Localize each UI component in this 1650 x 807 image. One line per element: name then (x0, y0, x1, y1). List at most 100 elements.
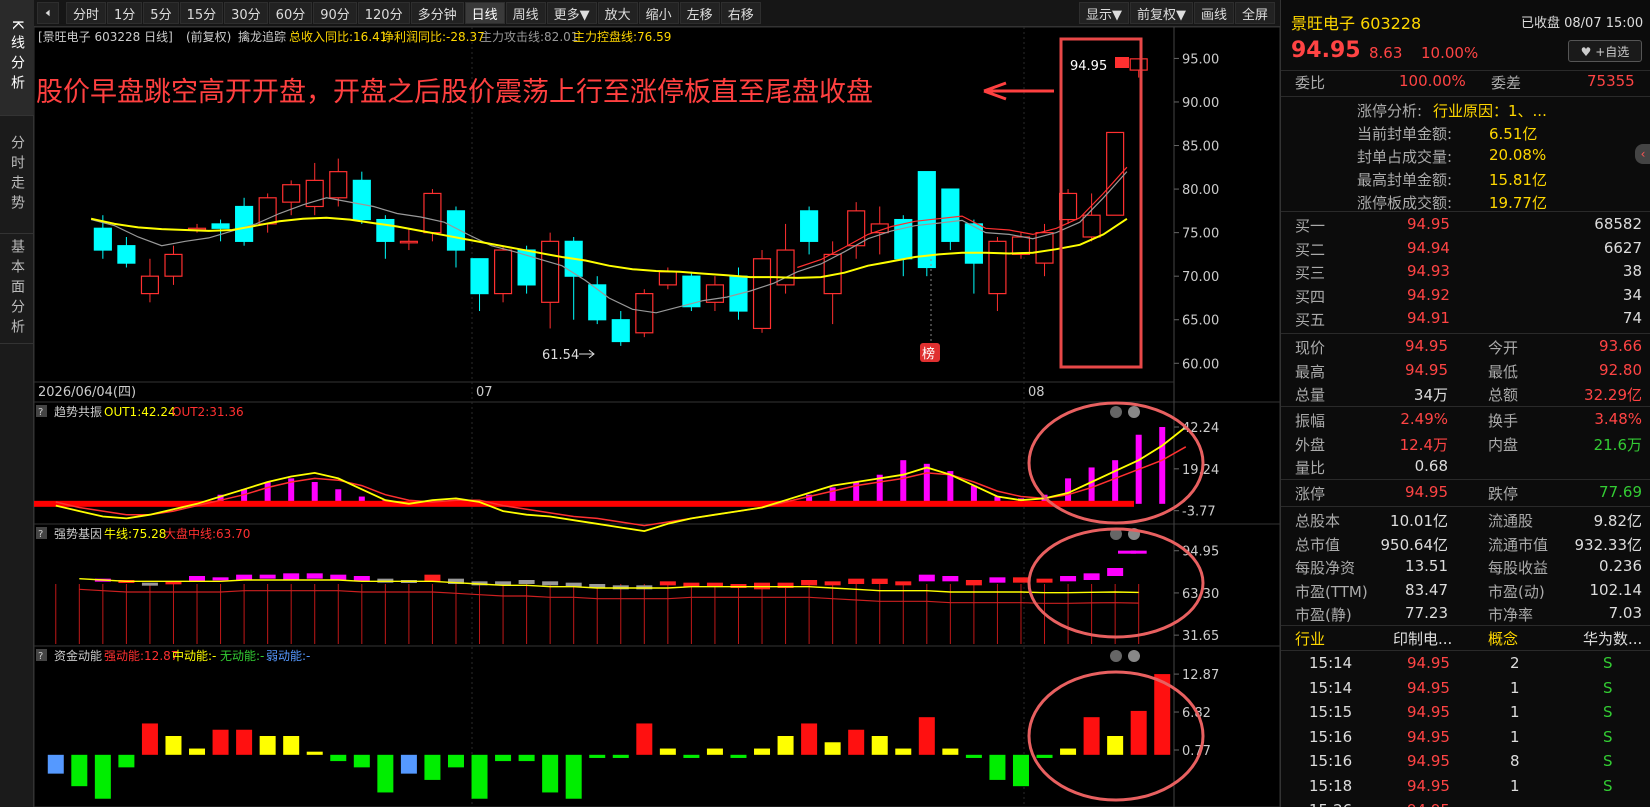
tick-side: S (1603, 752, 1613, 770)
toolbar-button-2[interactable]: 5分 (143, 2, 179, 24)
sub-header-title: 趋势共振 (54, 405, 102, 419)
sub1-bar (1112, 460, 1119, 504)
candle-body (235, 205, 254, 242)
toolbar-button-9[interactable]: 日线 (464, 2, 505, 24)
sub2-box (259, 574, 276, 579)
toolbar-button-12[interactable]: 放大 (597, 2, 638, 24)
sub3-bar (848, 729, 865, 755)
sub-tick-label: 0.77 (1182, 744, 1211, 759)
left-tab-2[interactable]: 基本面分析 (0, 234, 34, 344)
main-header-4: 净利润同比:-28.37 (382, 30, 485, 44)
zt-label-1: 当前封单金额: (1357, 125, 1453, 143)
stat1-value-b: 92.80 (1599, 360, 1642, 379)
main-ytick-label: 75.00 (1182, 227, 1219, 242)
toolbar-button-7[interactable]: 120分 (357, 2, 410, 24)
left-tab-0[interactable]: K线分析 (0, 0, 34, 116)
sub3-bar (801, 723, 818, 755)
candle-body (541, 240, 560, 303)
bid-label-0: 买一 (1295, 217, 1326, 235)
toolbar-button-3[interactable]: 15分 (179, 2, 224, 24)
toolbar-button-6[interactable]: 90分 (313, 2, 357, 24)
sub-tick-label: 12.87 (1182, 668, 1219, 683)
left-view-tabs: K线分析 分时走势 基本面分析 (0, 0, 34, 807)
sub2-box (871, 578, 888, 584)
sub-header-title: 强势基因 (54, 527, 102, 541)
left-tab-1[interactable]: 分时走势 (0, 116, 34, 234)
sub3-bar (283, 736, 300, 755)
candle-body (164, 253, 183, 277)
main-ytick-label: 95.00 (1182, 52, 1219, 67)
industry-tab-1[interactable]: 印制电... (1393, 628, 1452, 649)
sub1-bar (1088, 467, 1095, 504)
expand-arrow-button[interactable]: ‹ (1635, 144, 1650, 164)
collapse-button[interactable] (37, 2, 59, 24)
date-label: 2026/06/04(四) (38, 385, 136, 400)
toolbar-button-0[interactable]: 分时 (66, 2, 107, 24)
bid-volume-3: 34 (1622, 285, 1642, 304)
toolbar-right-button-3[interactable]: 全屏 (1234, 2, 1275, 24)
sub1-bar (264, 482, 271, 504)
toolbar-right-button-2[interactable]: 画线 (1193, 2, 1234, 24)
sub3-bar (447, 754, 464, 768)
sub2-box (1107, 568, 1124, 576)
stat3-value-b: 77.69 (1599, 483, 1642, 501)
industry-tab-2[interactable]: 概念 (1488, 628, 1518, 649)
weicha-label: 委差 (1491, 74, 1522, 92)
sub2-box (542, 581, 559, 586)
collapse-icon (45, 9, 50, 17)
toolbar-button-11[interactable]: 更多▼ (546, 2, 597, 24)
last-price-label: 94.95 (1070, 59, 1107, 74)
toolbar-button-1[interactable]: 1分 (107, 2, 143, 24)
main-header-3: 总收入同比:16.41 (289, 30, 387, 44)
tick-side: S (1603, 703, 1613, 721)
toolbar-button-4[interactable]: 30分 (224, 2, 268, 24)
industry-tab-0[interactable]: 行业 (1295, 628, 1325, 649)
candle-body (658, 271, 677, 286)
sub3-bar (165, 736, 182, 755)
sub2-box (942, 576, 959, 582)
chart-area[interactable]: 95.00 90.00 85.00 80.00 75.00 70.00 65.00 60.00… (33, 26, 1281, 807)
close-icon (1128, 650, 1140, 662)
candle-body (1082, 214, 1101, 238)
stat2-value-a: 2.49% (1400, 410, 1448, 428)
sub3-bar (1060, 748, 1077, 755)
toolbar-button-13[interactable]: 缩小 (638, 2, 679, 24)
main-header-2: 擒龙追踪 (238, 29, 286, 44)
sub3-bar (1107, 736, 1124, 755)
toolbar-button-8[interactable]: 多分钟 (410, 2, 464, 24)
industry-tab-3[interactable]: 华为数... (1583, 628, 1642, 649)
sub3-bar (306, 751, 323, 755)
sub-header-title: 资金动能 (54, 648, 102, 663)
stat2-label-a: 振幅 (1295, 412, 1326, 430)
divider (1281, 406, 1650, 407)
tick-price: 94.95 (1407, 654, 1450, 672)
sub2-box (659, 581, 676, 586)
main-header-5: 主力攻击线:82.01 (480, 30, 578, 44)
stat2-label-b: 内盘 (1488, 435, 1519, 454)
help-icon-glyph: ? (38, 651, 43, 662)
date-label: 07 (476, 385, 493, 400)
candle-body (470, 258, 489, 295)
main-ytick-label: 65.00 (1182, 314, 1219, 329)
toolbar-right-button-0[interactable]: 显示▼ (1078, 2, 1129, 24)
kline-chart-svg[interactable]: 95.00 90.00 85.00 80.00 75.00 70.00 65.00 60.00… (33, 26, 1281, 807)
toolbar-button-5[interactable]: 60分 (268, 2, 313, 24)
tick-side: S (1603, 776, 1613, 795)
toolbar-button-15[interactable]: 右移 (720, 2, 761, 24)
toolbar-right-button-1[interactable]: 前复权▼ (1129, 2, 1193, 24)
add-watchlist-button[interactable]: ♥ +自选 (1568, 40, 1642, 62)
sub2-box (1060, 576, 1077, 582)
sub2-box (424, 574, 441, 582)
stat3-label-b: 跌停 (1488, 485, 1519, 503)
divider (1281, 650, 1650, 651)
sub3-bar (542, 754, 559, 793)
tick-vol: 8 (1510, 752, 1520, 770)
candle-body (329, 171, 348, 199)
toolbar-button-14[interactable]: 左移 (679, 2, 720, 24)
toolbar-button-10[interactable]: 周线 (505, 2, 546, 24)
candle-body (399, 240, 418, 244)
sub3-bar (353, 754, 370, 768)
sub-header-b: OUT2:31.36 (172, 405, 244, 419)
sub2-box (306, 573, 323, 579)
candle-body (211, 223, 230, 229)
